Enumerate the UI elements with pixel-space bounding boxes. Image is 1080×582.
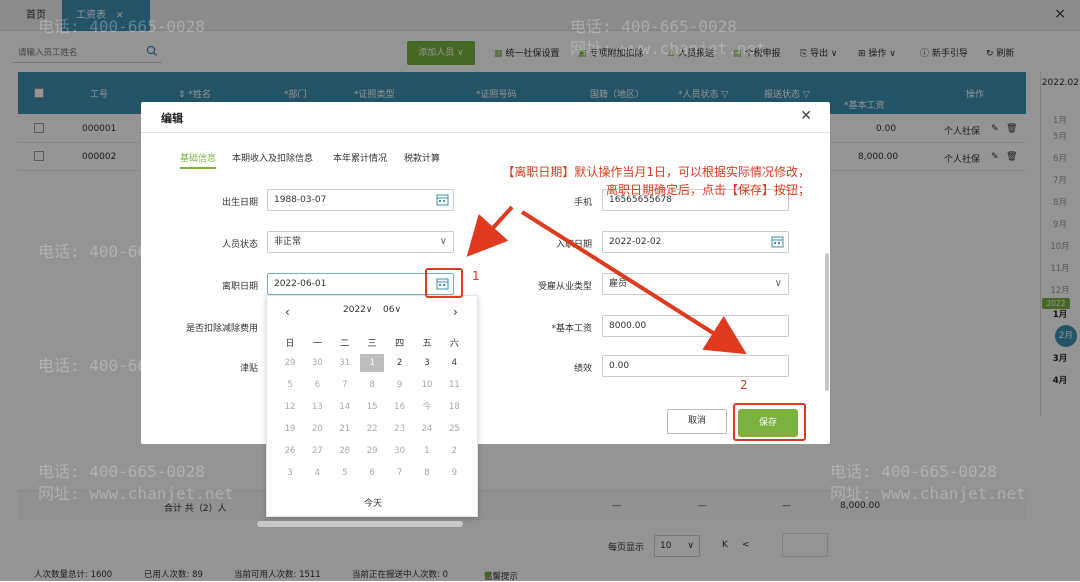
arrow-to-calendar [466, 205, 514, 257]
arrow-to-save [520, 210, 747, 355]
annotation-arrows [466, 205, 747, 355]
